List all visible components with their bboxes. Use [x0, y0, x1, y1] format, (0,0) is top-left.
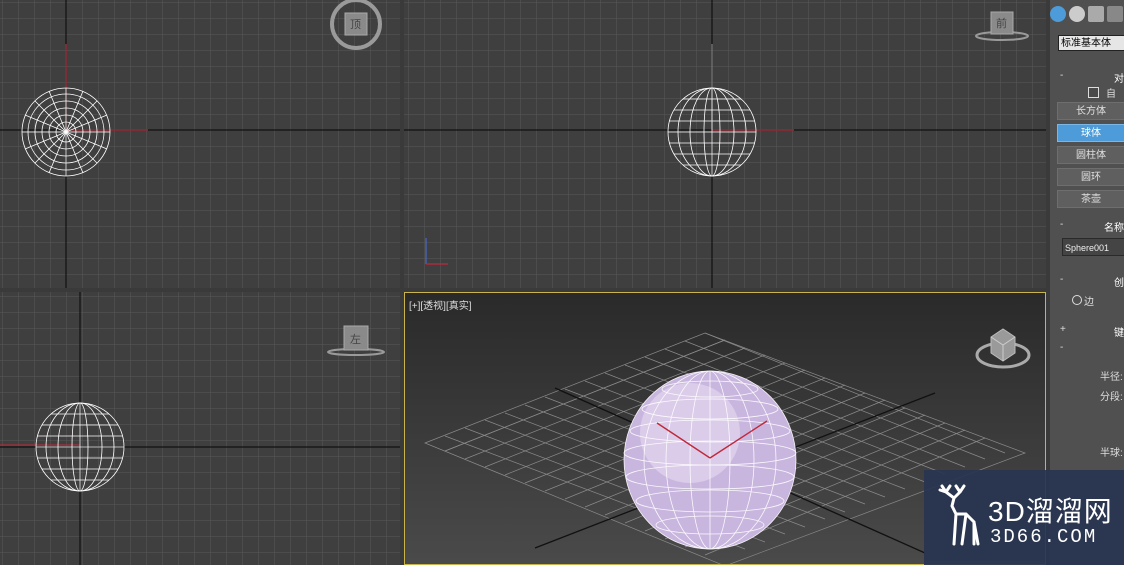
creation-method-rollout-header[interactable]: - 创	[1060, 274, 1124, 289]
radius-label: 半径:	[1100, 372, 1123, 383]
sphere-wireframe-top	[21, 87, 111, 177]
viewport-left[interactable]: 左	[0, 292, 400, 565]
geometry-icon[interactable]	[1050, 6, 1066, 22]
watermark-logo: 3D溜溜网 3D66.COM	[924, 470, 1124, 565]
shapes-icon[interactable]	[1069, 6, 1085, 22]
category-dropdown[interactable]: 标准基本体	[1058, 35, 1124, 51]
autogrid-checkbox[interactable]	[1088, 87, 1099, 98]
viewport-front[interactable]: 前	[404, 0, 1046, 288]
viewport-left-canvas	[0, 292, 400, 565]
object-name-input[interactable]: Sphere001	[1062, 238, 1124, 256]
lights-icon[interactable]	[1088, 6, 1104, 22]
cameras-icon[interactable]	[1107, 6, 1123, 22]
name-color-rollout-header[interactable]: - 名称	[1060, 219, 1124, 234]
sphere-shaded	[623, 370, 797, 550]
hemisphere-label: 半球:	[1100, 448, 1123, 459]
viewcube-front-label: 前	[996, 18, 1007, 30]
viewport-front-canvas	[404, 0, 1046, 288]
viewport-perspective-label[interactable]: [+][透视][真实]	[409, 297, 472, 312]
cylinder-button[interactable]: 圆柱体	[1057, 146, 1124, 164]
edge-radio[interactable]	[1072, 295, 1082, 305]
create-category-icons	[1050, 6, 1124, 26]
edge-label: 边	[1084, 297, 1094, 308]
object-type-rollout-header[interactable]: - 对	[1060, 70, 1124, 85]
viewcube-left-label: 左	[350, 334, 361, 346]
viewport-top[interactable]: 顶	[0, 0, 400, 288]
sphere-button[interactable]: 球体	[1057, 124, 1124, 142]
keyboard-entry-rollout-header[interactable]: + 键	[1060, 324, 1124, 339]
box-button[interactable]: 长方体	[1057, 102, 1124, 120]
teapot-button[interactable]: 茶壶	[1057, 190, 1124, 208]
viewcube-perspective	[975, 328, 1031, 369]
segments-label: 分段:	[1100, 392, 1123, 403]
viewport-top-canvas	[0, 0, 400, 288]
deer-icon	[938, 484, 980, 546]
viewcube-top-label: 顶	[350, 19, 361, 31]
parameters-rollout-header[interactable]: -	[1060, 342, 1124, 356]
watermark-sub-text: 3D66.COM	[990, 526, 1098, 548]
watermark-main-text: 3D溜溜网	[988, 496, 1113, 527]
torus-button[interactable]: 圆环	[1057, 168, 1124, 186]
